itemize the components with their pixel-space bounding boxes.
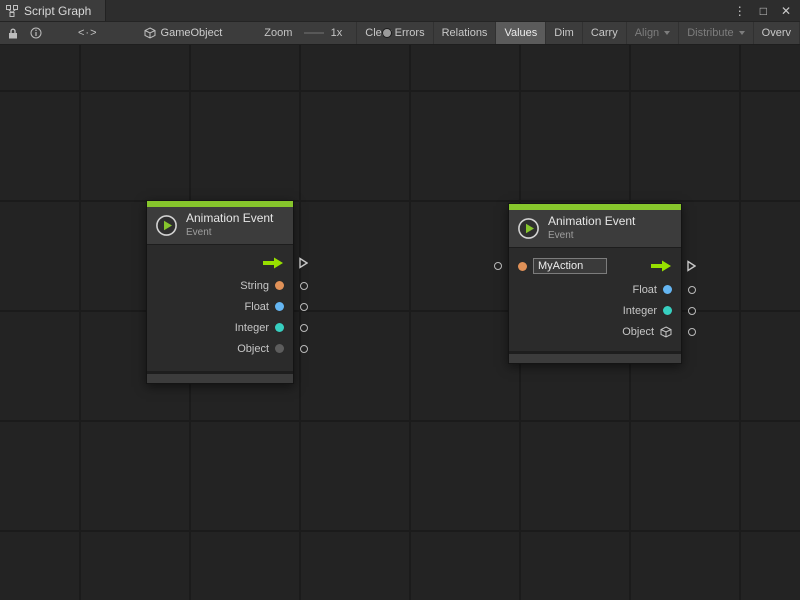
titlebar: Script Graph ⋮ □ ✕ [0, 0, 800, 21]
float-output-port[interactable] [688, 286, 696, 294]
zoom-slider[interactable] [304, 26, 323, 40]
port-label: Object [237, 343, 269, 355]
close-icon[interactable]: ✕ [781, 5, 791, 17]
align-button[interactable]: Align [626, 22, 678, 44]
graph-canvas[interactable]: Animation Event Event String [0, 45, 800, 600]
graph-icon [6, 5, 18, 17]
string-type-dot [518, 262, 527, 271]
node-footer [509, 351, 681, 363]
node-footer [147, 371, 293, 383]
node-body: Float Integer Object [509, 248, 681, 351]
integer-output-port[interactable] [300, 324, 308, 332]
node-titles: Animation Event Event [186, 212, 273, 238]
flow-arrow-icon [263, 257, 284, 269]
window-controls: ⋮ □ ✕ [734, 5, 800, 17]
object-type-dot [275, 344, 284, 353]
string-type-dot [275, 281, 284, 290]
maximize-icon[interactable]: □ [760, 5, 767, 17]
node-header[interactable]: Animation Event Event [147, 207, 293, 245]
integer-output-port[interactable] [688, 307, 696, 315]
zoom-slider-track [304, 32, 323, 34]
event-play-icon [517, 217, 540, 240]
node-animation-event-1[interactable]: Animation Event Event String [146, 200, 294, 384]
output-row-float: Float [509, 279, 681, 300]
node-animation-event-2[interactable]: Animation Event Event Float [508, 203, 682, 364]
float-type-dot [275, 302, 284, 311]
output-row-integer: Integer [509, 300, 681, 321]
window-menu-icon[interactable]: ⋮ [734, 5, 746, 17]
output-row-object: Object [509, 321, 681, 342]
port-label: String [240, 280, 269, 292]
carry-button[interactable]: Carry [582, 22, 626, 44]
flow-output-port[interactable] [299, 257, 308, 269]
output-row-object: Object [147, 338, 293, 359]
flow-output-row [147, 250, 293, 275]
overview-button[interactable]: Overv [753, 22, 800, 44]
port-label: Float [633, 284, 657, 296]
event-play-icon [155, 214, 178, 237]
integer-type-dot [663, 306, 672, 315]
dim-button[interactable]: Dim [545, 22, 582, 44]
clear-errors-button[interactable]: Clear Errors [356, 22, 432, 44]
name-input-port[interactable] [494, 262, 502, 270]
chevron-down-icon [739, 31, 745, 35]
port-label: Object [622, 326, 654, 338]
values-button[interactable]: Values [495, 22, 545, 44]
node-subtitle: Event [548, 230, 635, 241]
node-title: Animation Event [548, 215, 635, 228]
flow-arrow-icon [651, 260, 672, 272]
lock-icon[interactable] [8, 22, 18, 44]
port-label: Integer [235, 322, 269, 334]
node-titles: Animation Event Event [548, 215, 635, 241]
node-title: Animation Event [186, 212, 273, 225]
output-row-string: String [147, 275, 293, 296]
output-row-integer: Integer [147, 317, 293, 338]
object-output-port[interactable] [688, 328, 696, 336]
object-cube-icon [660, 326, 672, 338]
gameobject-context[interactable]: GameObject [144, 27, 223, 39]
integer-type-dot [275, 323, 284, 332]
info-icon[interactable] [30, 22, 42, 44]
object-output-port[interactable] [300, 345, 308, 353]
distribute-button[interactable]: Distribute [678, 22, 752, 44]
graph-toolbar: <·> GameObject Zoom 1x Clear Errors Rela… [0, 21, 800, 45]
tab-title: Script Graph [24, 4, 91, 18]
port-label: Integer [623, 305, 657, 317]
chevron-down-icon [664, 31, 670, 35]
zoom-value: 1x [331, 27, 343, 39]
output-row-float: Float [147, 296, 293, 317]
toolbar-buttons: Clear Errors Relations Values Dim Carry … [356, 22, 800, 44]
string-output-port[interactable] [300, 282, 308, 290]
zoom-label: Zoom [264, 27, 292, 39]
code-toggle-icon[interactable]: <·> [78, 22, 98, 44]
port-label: Float [245, 301, 269, 313]
gameobject-icon [144, 27, 156, 39]
node-body: String Float Integer Object [147, 245, 293, 371]
node-subtitle: Event [186, 227, 273, 238]
name-input-row [509, 253, 681, 279]
relations-button[interactable]: Relations [433, 22, 496, 44]
float-type-dot [663, 285, 672, 294]
tab-script-graph[interactable]: Script Graph [0, 0, 106, 21]
flow-output-port[interactable] [687, 260, 696, 272]
float-output-port[interactable] [300, 303, 308, 311]
event-name-field[interactable] [533, 258, 607, 274]
gameobject-label: GameObject [161, 27, 223, 39]
node-header[interactable]: Animation Event Event [509, 210, 681, 248]
script-graph-window: Script Graph ⋮ □ ✕ <·> [0, 0, 800, 600]
